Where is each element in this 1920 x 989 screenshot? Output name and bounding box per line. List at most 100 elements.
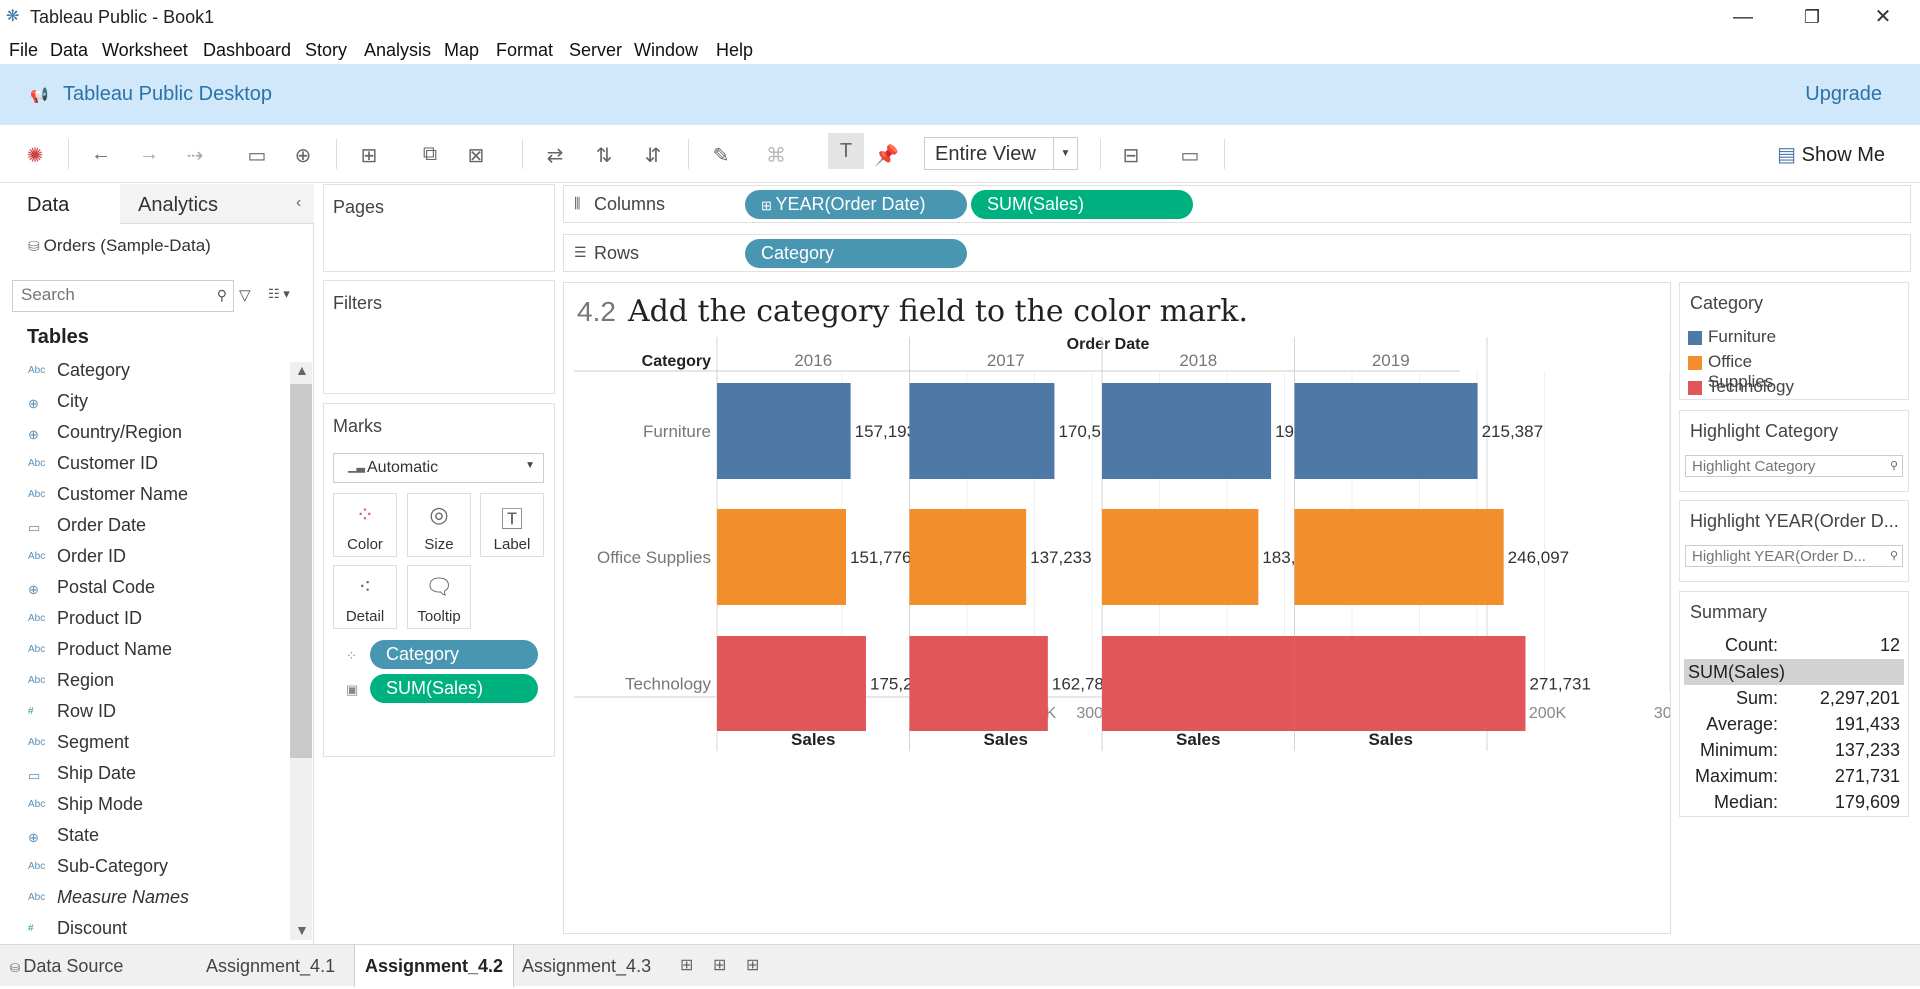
field-item[interactable]: # Discount — [0, 914, 290, 944]
filter-icon[interactable]: ▽ — [239, 286, 251, 304]
field-item[interactable]: Abc Region — [0, 666, 290, 696]
columns-pill-year[interactable]: ⊞ YEAR(Order Date) — [745, 190, 967, 219]
field-item[interactable]: Abc Ship Mode — [0, 790, 290, 820]
tab-analytics[interactable]: Analytics — [138, 194, 218, 217]
filters-card[interactable]: Filters — [323, 280, 555, 394]
highlight-category-input[interactable] — [1686, 456, 1886, 476]
close-button[interactable]: ✕ — [1863, 4, 1903, 30]
search-field[interactable]: ⚲ — [12, 280, 234, 312]
new-worksheet-icon[interactable]: ⊞ — [358, 143, 380, 168]
field-item[interactable]: ⊕ State — [0, 821, 290, 851]
new-story-icon[interactable]: ⊞ — [746, 945, 759, 987]
datasource-name[interactable]: ⛁ Orders (Sample-Data) — [28, 236, 211, 256]
detail-button[interactable]: ⁖ Detail — [333, 565, 397, 629]
field-name: Category — [57, 360, 131, 380]
group-icon[interactable]: ⌘ — [765, 143, 787, 168]
menu-data[interactable]: Data — [50, 40, 88, 61]
field-item[interactable]: Abc Customer Name — [0, 480, 290, 510]
restore-button[interactable]: ❐ — [1792, 4, 1832, 30]
fit-dropdown[interactable]: Entire View ▼ — [924, 137, 1078, 170]
tab-assignment-4-3[interactable]: Assignment_4.3 — [512, 945, 661, 987]
field-item[interactable]: ⊕ Country/Region — [0, 418, 290, 448]
highlight-category-field[interactable]: ⚲ — [1685, 455, 1903, 477]
search-input[interactable] — [13, 281, 203, 309]
marks-pill-sales[interactable]: SUM(Sales) — [370, 674, 538, 703]
columns-pill-sales[interactable]: SUM(Sales) — [971, 190, 1193, 219]
minimize-button[interactable]: — — [1723, 4, 1763, 30]
undo-icon[interactable]: ← — [90, 143, 112, 166]
x-axis-label: Sales — [1369, 730, 1413, 749]
swap-icon[interactable]: ⇄ — [544, 143, 566, 168]
summary-measure-selector[interactable]: SUM(Sales) — [1684, 659, 1904, 685]
field-name: Discount — [57, 918, 128, 938]
menu-window[interactable]: Window — [634, 40, 698, 61]
cards-icon[interactable]: ⊟ — [1120, 143, 1142, 168]
highlight-icon[interactable]: ✎ — [710, 143, 732, 168]
scroll-thumb[interactable] — [290, 384, 312, 758]
duplicate-sheet-icon[interactable]: ⧉ — [419, 143, 441, 166]
tooltip-button[interactable]: 🗨 Tooltip — [407, 565, 471, 629]
new-worksheet-icon[interactable]: ⊞ — [680, 945, 693, 987]
field-item[interactable]: Abc Measure Names — [0, 883, 290, 913]
menu-file[interactable]: File — [9, 40, 38, 61]
field-item[interactable]: ⊕ City — [0, 387, 290, 417]
tab-data-source[interactable]: ⛁ Data Source — [10, 945, 123, 987]
menu-format[interactable]: Format — [496, 40, 553, 61]
field-item[interactable]: Abc Customer ID — [0, 449, 290, 479]
sort-ascending-icon[interactable]: ⇅ — [593, 143, 615, 168]
legend-swatch — [1688, 381, 1702, 395]
field-item[interactable]: Abc Sub-Category — [0, 852, 290, 882]
tab-assignment-4-2[interactable]: Assignment_4.2 — [354, 945, 515, 987]
mark-type-dropdown[interactable]: ▁▃ Automatic ▼ — [333, 453, 544, 483]
scroll-down-icon[interactable]: ▼ — [295, 922, 309, 938]
summary-card: Summary Count: 12 SUM(Sales) Sum: 2,297,20… — [1679, 591, 1909, 817]
clear-sheet-icon[interactable]: ⊠ — [465, 143, 487, 168]
field-item[interactable]: ⊕ Postal Code — [0, 573, 290, 603]
field-item[interactable]: Abc Segment — [0, 728, 290, 758]
pin-icon[interactable]: 📌 — [874, 143, 899, 168]
legend-title: Category — [1690, 293, 1764, 313]
field-item[interactable]: Abc Product Name — [0, 635, 290, 665]
menu-worksheet[interactable]: Worksheet — [102, 40, 188, 61]
sort-descending-icon[interactable]: ⇵ — [642, 143, 664, 168]
summary-avg-value: 191,433 — [1834, 714, 1900, 734]
summary-sum-label: Sum: — [1735, 688, 1778, 708]
new-dashboard-icon[interactable]: ⊞ — [713, 945, 726, 987]
collapse-icon[interactable]: ‹ — [296, 194, 301, 212]
label-button[interactable]: 🅃 Label — [480, 493, 544, 557]
menu-story[interactable]: Story — [305, 40, 347, 61]
highlight-year-field[interactable]: ⚲ — [1685, 545, 1903, 567]
redo-icon[interactable]: → — [138, 143, 160, 166]
upgrade-link[interactable]: Upgrade — [1805, 83, 1882, 106]
field-item[interactable]: Abc Category — [0, 356, 290, 386]
view-options-icon[interactable]: ☷ ▾ — [268, 286, 290, 302]
presentation-icon[interactable]: ▭ — [1179, 143, 1201, 168]
rows-pill-category[interactable]: Category — [745, 239, 967, 268]
size-button[interactable]: ◎ Size — [407, 493, 471, 557]
bar — [1102, 383, 1272, 479]
show-me-button[interactable]: ▤ Show Me — [1777, 142, 1885, 167]
menu-analysis[interactable]: Analysis — [364, 40, 431, 61]
color-button[interactable]: ⁘ Color — [333, 493, 397, 557]
new-datasource-icon[interactable]: ⊕ — [292, 143, 314, 168]
field-item[interactable]: Abc Order ID — [0, 542, 290, 572]
field-type-icon: ▭ — [28, 768, 41, 783]
field-item[interactable]: # Row ID — [0, 697, 290, 727]
tab-data[interactable]: Data — [27, 194, 69, 217]
menu-help[interactable]: Help — [716, 40, 753, 61]
highlight-year-input[interactable] — [1686, 546, 1886, 566]
menu-dashboard[interactable]: Dashboard — [203, 40, 291, 61]
field-item[interactable]: Abc Product ID — [0, 604, 290, 634]
replay-icon[interactable]: ⇢ — [184, 143, 206, 168]
scroll-up-icon[interactable]: ▲ — [295, 362, 309, 378]
tableau-start-icon[interactable]: ✺ — [24, 143, 46, 168]
menu-server[interactable]: Server — [569, 40, 622, 61]
tab-assignment-4-1[interactable]: Assignment_4.1 — [196, 945, 345, 987]
marks-pill-category[interactable]: Category — [370, 640, 538, 669]
field-item[interactable]: ▭ Order Date — [0, 511, 290, 541]
show-labels-icon[interactable]: T — [828, 133, 864, 169]
save-icon[interactable]: ▭ — [246, 143, 268, 168]
field-item[interactable]: ▭ Ship Date — [0, 759, 290, 789]
pages-card[interactable]: Pages — [323, 184, 555, 272]
menu-map[interactable]: Map — [444, 40, 479, 61]
